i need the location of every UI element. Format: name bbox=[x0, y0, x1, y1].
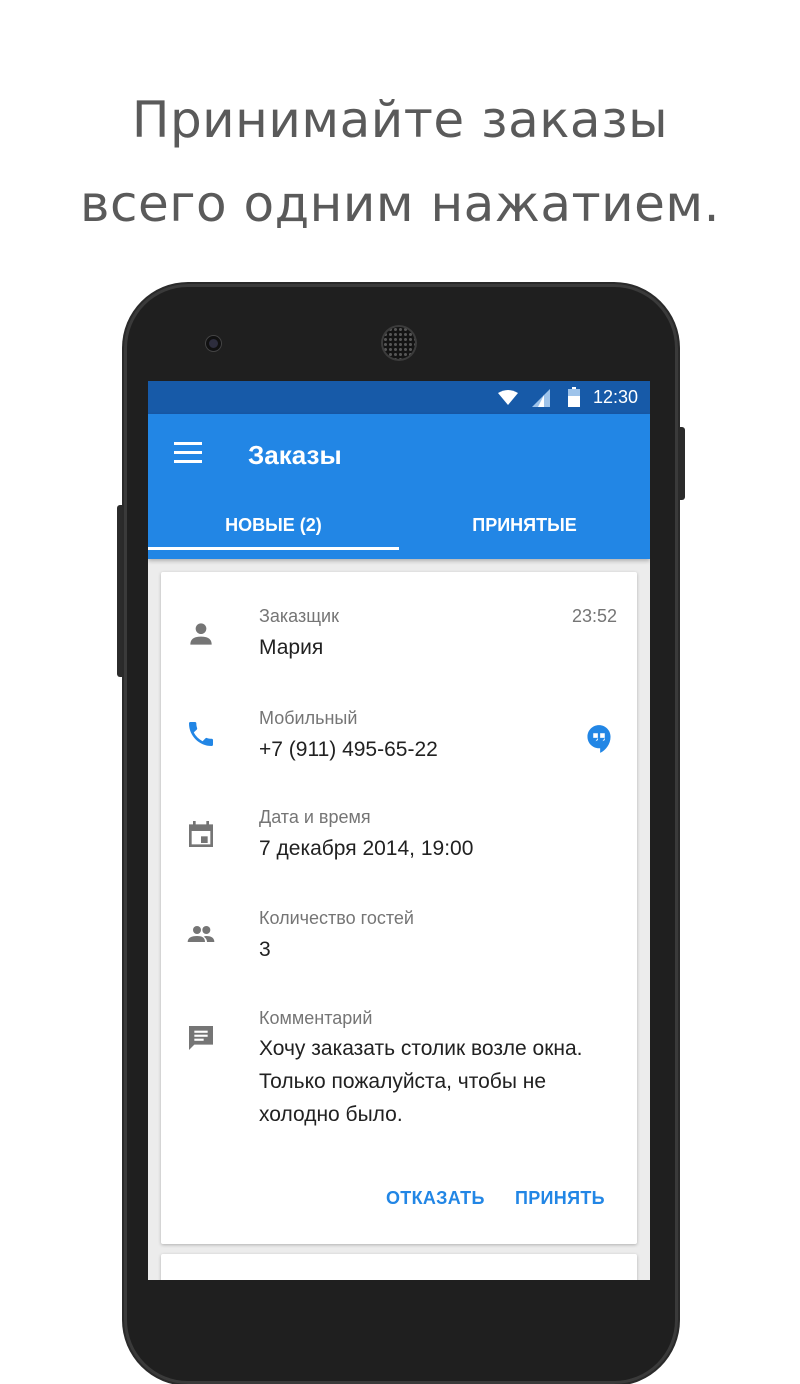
phone-number: +7 (911) 495-65-22 bbox=[259, 738, 438, 761]
status-time: 12:30 bbox=[592, 387, 638, 407]
tab-indicator bbox=[148, 547, 399, 550]
person-icon bbox=[185, 618, 217, 655]
earpiece-speaker bbox=[383, 327, 415, 359]
customer-label: Заказщик bbox=[259, 606, 339, 626]
tab-accepted-label: ПРИНЯТЫЕ bbox=[472, 515, 577, 535]
datetime-label: Дата и время bbox=[259, 807, 371, 827]
order-time: 23:52 bbox=[571, 606, 617, 626]
tab-accepted[interactable]: ПРИНЯТЫЕ bbox=[399, 500, 650, 550]
app-bar: Заказы НОВЫЕ (2) ПРИНЯТЫЕ bbox=[148, 414, 650, 559]
customer-name: Мария bbox=[259, 636, 324, 659]
battery-icon bbox=[568, 387, 580, 412]
accept-button[interactable]: ПРИНЯТЬ bbox=[515, 1188, 605, 1209]
signal-icon bbox=[532, 389, 550, 412]
promo-headline-line2: всего одним нажатием. bbox=[80, 175, 720, 233]
page-title: Заказы bbox=[248, 440, 342, 470]
menu-icon[interactable] bbox=[174, 442, 202, 464]
promo-headline-line1: Принимайте заказы bbox=[131, 91, 669, 149]
comment-label: Комментарий bbox=[259, 1008, 373, 1028]
wifi-icon bbox=[498, 390, 518, 411]
comment-icon bbox=[185, 1022, 217, 1059]
tab-new[interactable]: НОВЫЕ (2) bbox=[148, 500, 399, 550]
phone-icon[interactable] bbox=[185, 718, 217, 755]
phone-screen: 12:30 Заказы НОВЫЕ (2) ПРИНЯТЫЕ Заказщик… bbox=[148, 381, 650, 1280]
calendar-icon bbox=[185, 819, 217, 856]
next-order-card[interactable] bbox=[161, 1254, 637, 1280]
datetime-value: 7 декабря 2014, 19:00 bbox=[259, 837, 474, 860]
decline-button[interactable]: ОТКАЗАТЬ bbox=[386, 1188, 485, 1209]
order-card: Заказщик Мария 23:52 Мобильный +7 (911) … bbox=[161, 572, 637, 1244]
promo-headline: Принимайте заказы всего одним нажатием. bbox=[0, 78, 800, 246]
card-actions: ОТКАЗАТЬ ПРИНЯТЬ bbox=[161, 1188, 637, 1218]
status-bar: 12:30 bbox=[148, 381, 650, 414]
phone-label: Мобильный bbox=[259, 708, 358, 728]
hangouts-icon[interactable] bbox=[585, 724, 613, 759]
people-icon bbox=[185, 918, 217, 955]
tab-new-label: НОВЫЕ (2) bbox=[225, 515, 322, 535]
comment-text: Хочу заказать столик возле окна. Только … bbox=[259, 1037, 583, 1126]
guests-label: Количество гостей bbox=[259, 908, 414, 928]
front-camera bbox=[206, 336, 221, 351]
guests-count: 3 bbox=[259, 938, 271, 961]
